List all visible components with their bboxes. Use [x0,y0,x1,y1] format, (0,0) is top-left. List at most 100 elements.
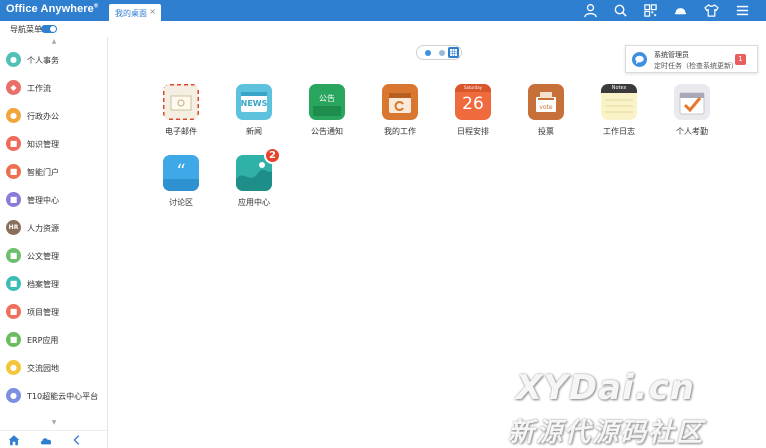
app-label: 电子邮件 [165,127,197,136]
notification-count-badge: 1 [735,54,746,65]
app-icon-text: Notes [611,85,627,91]
portal-icon: ■ [6,164,21,179]
scroll-up-icon[interactable]: ▲ [49,39,59,45]
app-label: 应用中心 [238,198,270,207]
app-icon-text: 26 [462,94,484,114]
watermark-line-2: 新源代源码社区 [508,418,705,448]
sidebar-item-label: 个人事务 [27,56,59,65]
app-3[interactable]: 公告 公告通知 [297,84,357,144]
vote-icon: vote [528,84,564,120]
sidebar-item-6[interactable]: ■ 管理中心 [0,187,107,215]
app-icon-text: Saturday [463,85,483,90]
sidebar-item-1[interactable]: ● 个人事务 [0,47,107,75]
all-apps-grid-icon[interactable] [448,47,459,58]
nav-toggle-switch[interactable] [41,25,57,33]
notice-icon: 公告 [309,84,345,120]
app-label: 讨论区 [169,198,193,207]
app-icon-text: NEWS [240,99,268,108]
document-icon: ■ [6,248,21,263]
admin-icon: ● [6,108,21,123]
app-10[interactable]: 应用中心 2 [224,147,284,215]
app-9[interactable]: “ 讨论区 [151,155,211,215]
page-switcher [416,45,462,60]
app-badge: 2 [264,147,281,164]
calendar-icon: Saturday 26 [455,84,491,120]
notification-popup[interactable]: 系统管理员 定时任务（检查系统更新） 1 [625,45,758,73]
grid-icon[interactable] [643,3,658,18]
notification-sender: 系统管理员 [654,51,689,59]
sidebar-item-label: 交流园地 [27,364,59,373]
shirt-icon[interactable] [704,3,719,18]
hr-icon: HR [6,220,21,235]
sidebar-item-label: T10超能云中心平台 [27,392,99,401]
watermark: XYDai.cn 新源代源码社区 [508,368,758,448]
notes-icon: Notes [601,84,637,120]
sidebar-item-10[interactable]: ■ 项目管理 [0,299,107,327]
chevron-left-icon[interactable] [70,433,84,447]
app-1[interactable]: 电子邮件 [151,84,211,144]
menu-icon[interactable] [735,3,750,18]
app-7[interactable]: Notes 工作日志 [589,84,649,144]
app-icon-text: vote [539,104,553,111]
page-dot-2[interactable] [439,50,445,56]
svg-text:“: “ [176,161,185,182]
sidebar-item-12[interactable]: ● 交流园地 [0,355,107,383]
app-4[interactable]: 我的工作 [370,84,430,144]
sidebar-item-7[interactable]: HR 人力资源 [0,215,107,243]
news-icon: NEWS [236,84,272,120]
search-icon[interactable] [613,3,628,18]
app-2[interactable]: NEWS 新闻 [224,84,284,144]
archive-icon: ■ [6,276,21,291]
app-label: 个人考勤 [676,127,708,136]
top-bar: Office Anywhere® 我的桌面 × [0,0,766,21]
cloud-icon[interactable] [39,433,53,447]
sidebar-item-label: 行政办公 [27,112,59,121]
cloud-icon: ● [6,388,21,403]
app-label: 投票 [538,127,554,136]
sidebar-item-3[interactable]: ● 行政办公 [0,103,107,131]
app-label: 新闻 [246,127,262,136]
tab-my-desktop[interactable]: 我的桌面 × [109,4,161,21]
sidebar-item-13[interactable]: ● T10超能云中心平台 [0,383,107,411]
home-icon[interactable] [7,433,21,447]
app-label: 公告通知 [311,127,343,136]
project-icon: ■ [6,304,21,319]
sidebar-item-4[interactable]: ■ 知识管理 [0,131,107,159]
page-dot-1[interactable] [425,50,431,56]
cap-icon[interactable] [673,3,688,18]
sidebar-item-label: 公文管理 [27,252,59,261]
tab-close-icon[interactable]: × [149,7,156,16]
scroll-down-icon[interactable]: ▼ [49,420,59,426]
tab-label: 我的桌面 [115,9,147,18]
sidebar-bottom-bar [0,430,108,448]
work-icon [382,84,418,120]
watermark-line-1: XYDai.cn [516,368,695,408]
sidebar-item-label: 知识管理 [27,140,59,149]
sidebar-item-label: 管理中心 [27,196,59,205]
brand-logo: Office Anywhere® [6,3,99,15]
sidebar-item-label: 工作流 [27,84,51,93]
nav-toggle-row: 导航菜单 [0,21,108,37]
knowledge-icon: ■ [6,136,21,151]
sidebar-item-11[interactable]: ■ ERP应用 [0,327,107,355]
app-8[interactable]: 个人考勤 [662,84,722,144]
erp-icon: ■ [6,332,21,347]
workflow-icon: ◆ [6,80,21,95]
sidebar-item-label: 档案管理 [27,280,59,289]
sidebar-item-label: 智能门户 [27,168,59,177]
sidebar-item-9[interactable]: ■ 档案管理 [0,271,107,299]
nav-toggle-label: 导航菜单 [10,25,42,34]
app-6[interactable]: vote 投票 [516,84,576,144]
person-icon: ● [6,52,21,67]
sidebar-item-2[interactable]: ◆ 工作流 [0,75,107,103]
sidebar: ▲ ● 个人事务 ◆ 工作流 ● 行政办公 ■ 知识管理 ■ 智能门户 ■ 管理中心 HR 人力资源 ■ 公文… [0,37,108,430]
app-5[interactable]: Saturday 26 日程安排 [443,84,503,144]
sidebar-item-5[interactable]: ■ 智能门户 [0,159,107,187]
sidebar-item-8[interactable]: ■ 公文管理 [0,243,107,271]
notification-text: 定时任务（检查系统更新） [654,62,738,70]
user-icon[interactable] [583,3,598,18]
app-label: 我的工作 [384,127,416,136]
message-icon [632,52,647,67]
sidebar-item-label: 人力资源 [27,224,59,233]
app-label: 工作日志 [603,127,635,136]
